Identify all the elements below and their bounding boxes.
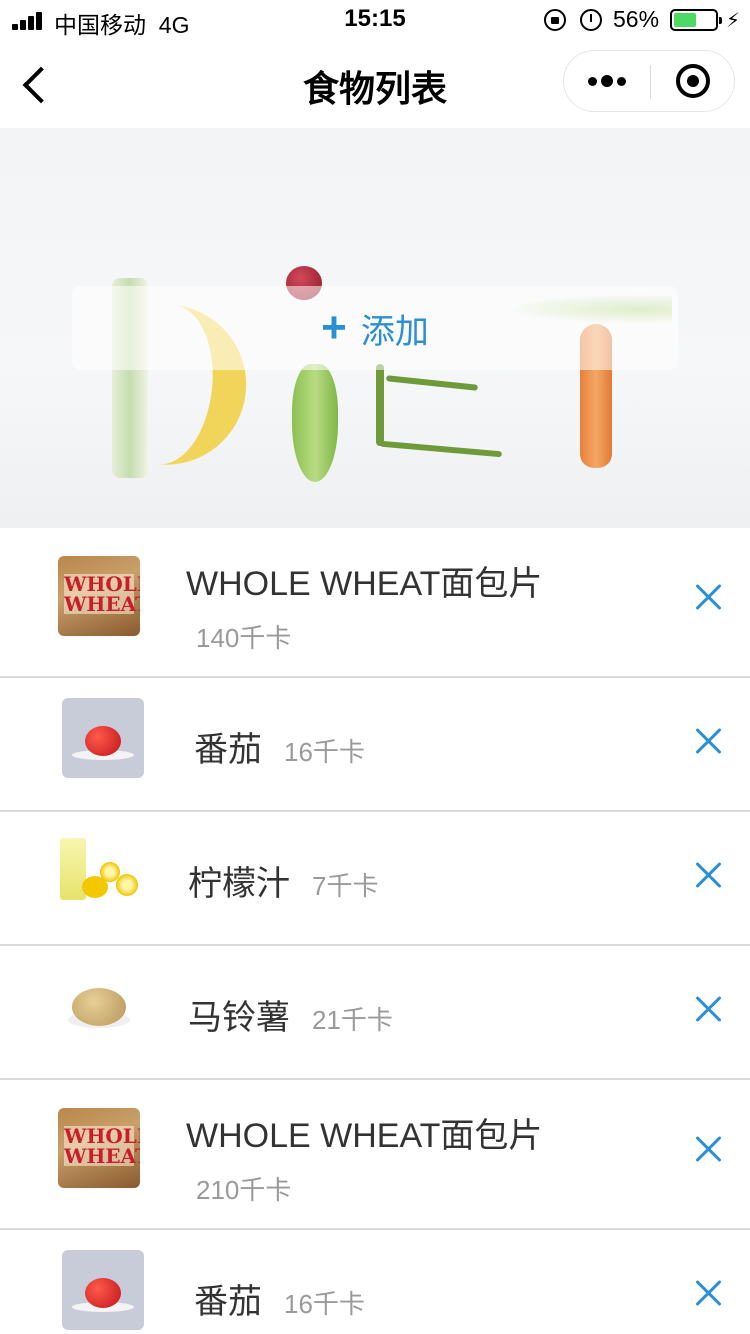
delete-icon[interactable] — [694, 860, 724, 890]
diet-banner: + 添加 — [0, 128, 750, 528]
add-label: 添加 — [360, 312, 429, 351]
food-calories: 16千卡 — [284, 737, 365, 767]
list-item[interactable]: WHOLE WHEAT WHOLE WHEAT面包片 210千卡 — [0, 1080, 750, 1230]
delete-icon[interactable] — [694, 994, 724, 1024]
status-bar: 中国移动 4G 15:15 56% ⚡ — [0, 0, 750, 40]
food-name: 柠檬汁 7千卡 — [188, 865, 379, 903]
green-bean-image — [376, 364, 384, 446]
delete-icon[interactable] — [694, 582, 724, 612]
add-food-button[interactable]: + 添加 — [72, 286, 678, 370]
battery-percent: 56% — [613, 6, 660, 32]
green-bean-image — [379, 440, 503, 458]
alarm-icon — [580, 9, 602, 31]
capsule-divider — [650, 65, 651, 99]
list-item[interactable]: 番茄 16千卡 — [0, 678, 750, 812]
list-item[interactable]: WHOLE WHEAT WHOLE WHEAT面包片 140千卡 — [0, 528, 750, 678]
tomato-image — [62, 1250, 144, 1330]
bread-image: WHOLE WHEAT — [58, 1108, 140, 1188]
list-item[interactable]: 柠檬汁 7千卡 — [0, 812, 750, 946]
food-calories: 16千卡 — [284, 1289, 365, 1319]
food-list: WHOLE WHEAT WHOLE WHEAT面包片 140千卡 番茄16千卡 … — [0, 528, 750, 1334]
battery-icon — [670, 9, 722, 31]
lettuce-image — [292, 364, 338, 482]
food-calories: 21千卡 — [312, 1005, 393, 1035]
food-name: 番茄 16千卡 — [194, 731, 365, 769]
food-calories: 210千卡 — [196, 1175, 292, 1205]
delete-icon[interactable] — [694, 1278, 724, 1308]
charging-icon: ⚡ — [726, 10, 741, 32]
food-calories: 7千卡 — [312, 871, 379, 901]
food-name: 马铃薯 21千卡 — [188, 999, 393, 1037]
food-name: WHOLE WHEAT面包片 — [186, 1117, 543, 1155]
food-name: WHOLE WHEAT面包片 — [186, 565, 543, 603]
lemon-juice-image — [58, 832, 140, 912]
food-calories: 140千卡 — [196, 623, 292, 653]
list-item[interactable]: 番茄 16千卡 — [0, 1230, 750, 1334]
more-icon[interactable] — [588, 69, 628, 93]
plus-icon: + — [321, 303, 347, 352]
rotation-lock-icon — [544, 9, 566, 31]
bread-image: WHOLE WHEAT — [58, 556, 140, 636]
potato-image — [58, 966, 140, 1046]
mini-program-capsule — [563, 50, 735, 112]
list-item[interactable]: 马铃薯 21千卡 — [0, 946, 750, 1080]
green-bean-image — [385, 375, 479, 391]
close-mini-program-icon[interactable] — [676, 64, 710, 98]
delete-icon[interactable] — [694, 1134, 724, 1164]
food-name: 番茄 16千卡 — [194, 1283, 365, 1321]
tomato-image — [62, 698, 144, 778]
nav-bar: 食物列表 — [0, 40, 750, 128]
delete-icon[interactable] — [694, 726, 724, 756]
